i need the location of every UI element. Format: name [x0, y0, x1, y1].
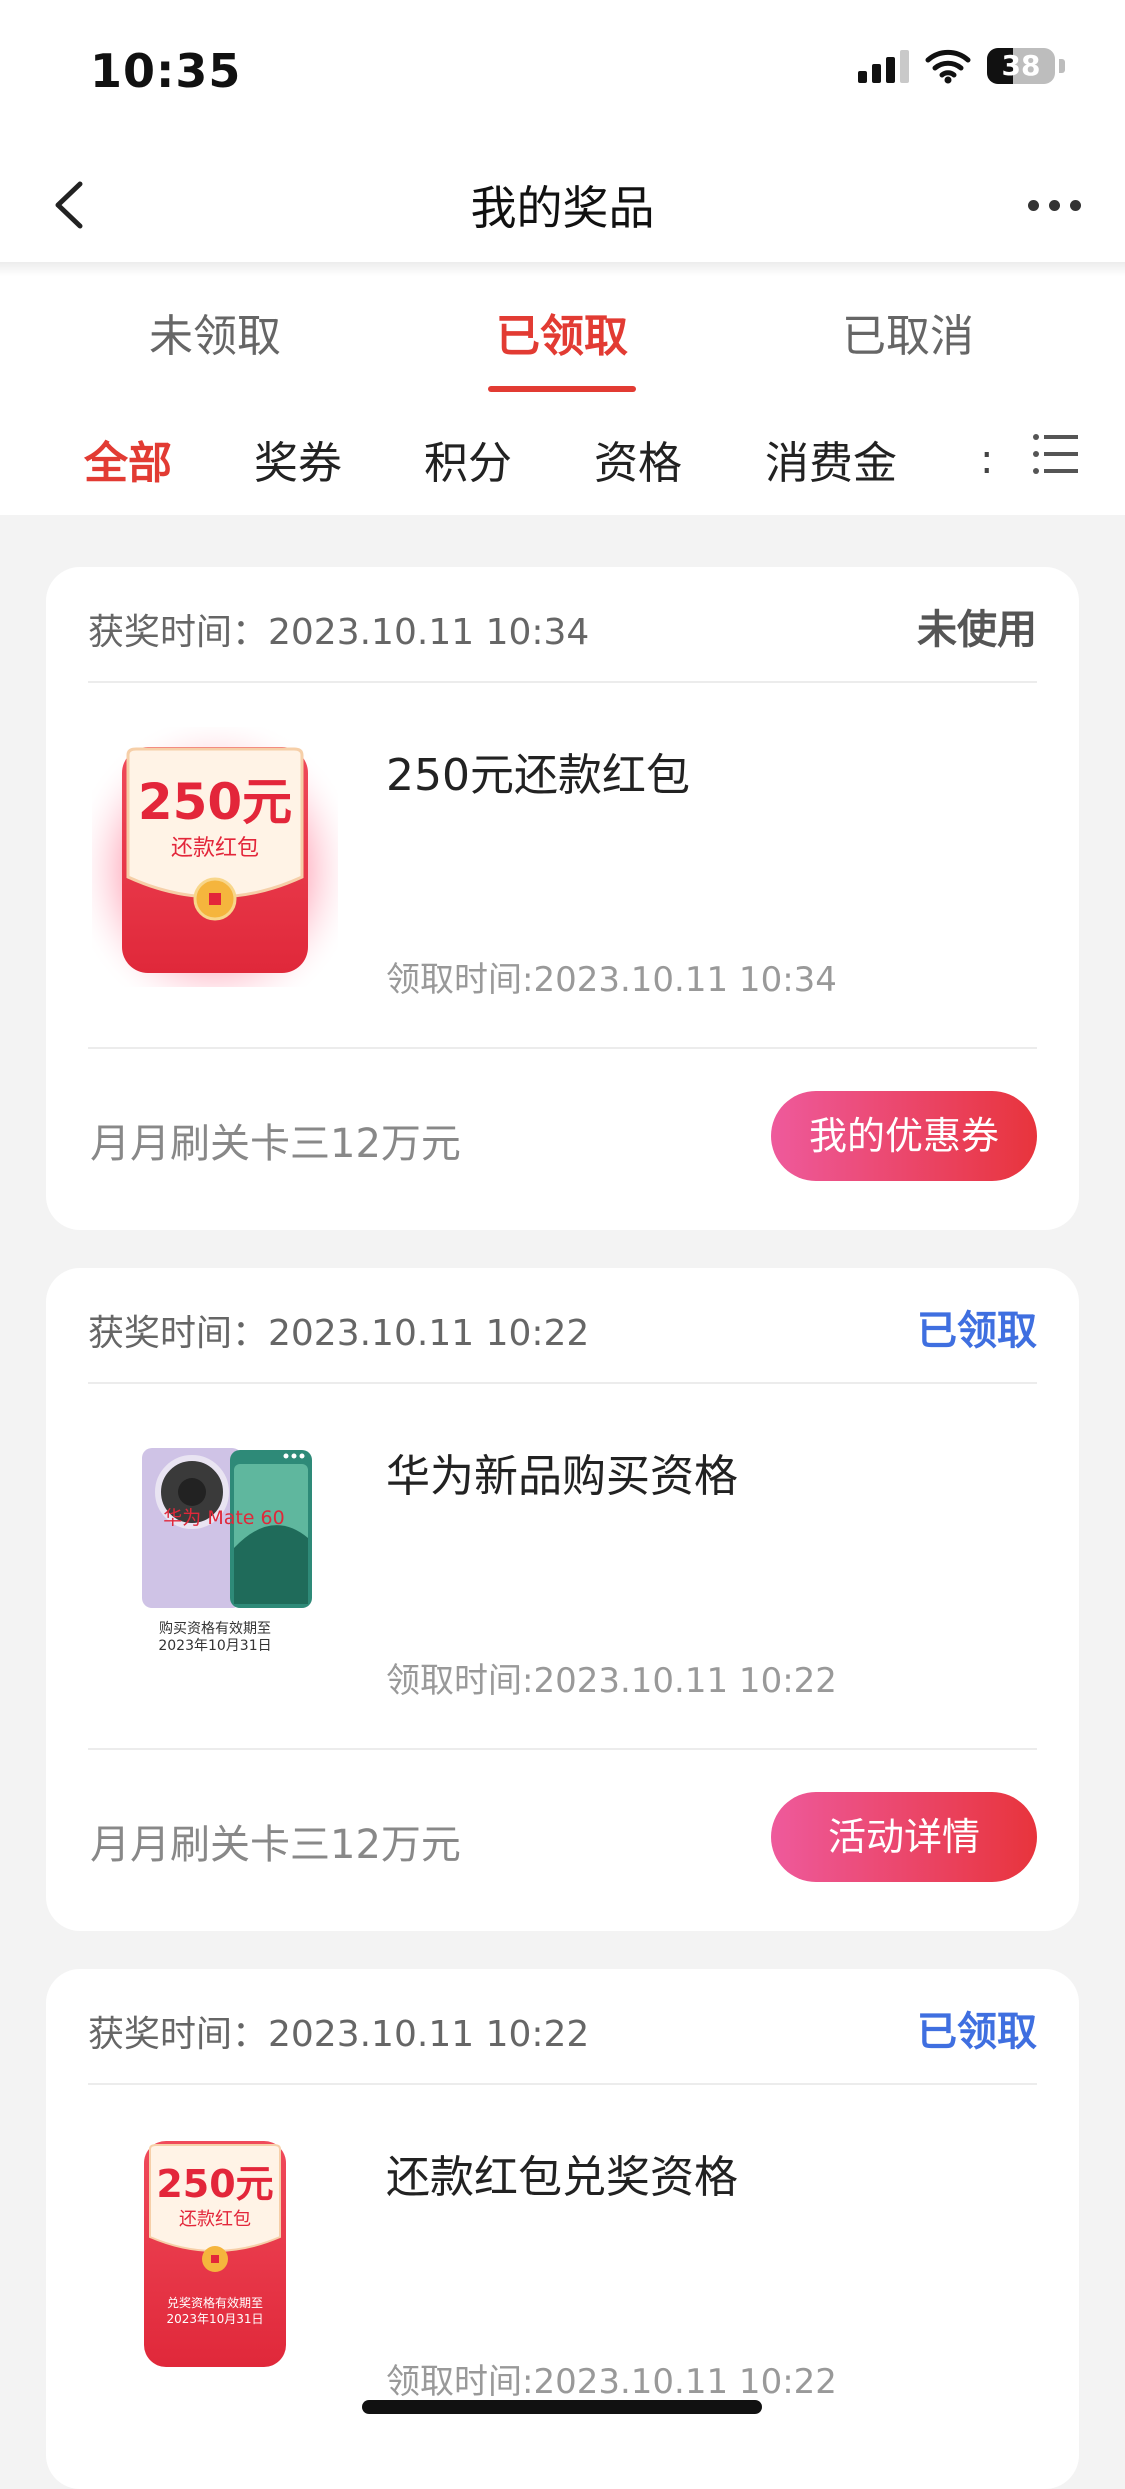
status-badge: 已领取 — [917, 2009, 1037, 2055]
home-indicator[interactable] — [362, 2400, 762, 2414]
envelope-amount: 250元 — [156, 2162, 273, 2206]
my-coupons-button[interactable]: 我的优惠券 — [771, 1091, 1037, 1181]
prize-card[interactable]: 获奖时间：2023.10.11 10:34 未使用 250元 还款红包 250元… — [46, 567, 1079, 1230]
activity-details-button[interactable]: 活动详情 — [771, 1792, 1037, 1882]
qualification-validity: 购买资格有效期至 — [159, 1621, 271, 1637]
prize-card[interactable]: 获奖时间：2023.10.11 10:22 已领取 华为 Mate 60 购买资… — [46, 1268, 1079, 1931]
qualification-validity: 兑奖资格有效期至 — [167, 2295, 263, 2310]
envelope-amount: 250元 — [138, 773, 292, 831]
prize-name: 还款红包兑奖资格 — [386, 2152, 738, 2203]
category-coupons[interactable]: 奖券 — [254, 427, 342, 491]
award-time: 获奖时间：2023.10.11 10:34 — [88, 612, 590, 653]
receive-time: 领取时间:2023.10.11 10:34 — [386, 960, 837, 1000]
battery-icon: 38 — [987, 48, 1055, 84]
cellular-signal-icon — [858, 49, 909, 83]
card-header: 获奖时间：2023.10.11 10:34 未使用 — [88, 567, 1037, 683]
battery-level: 38 — [1001, 49, 1041, 82]
phone-image: 华为 Mate 60 购买资格有效期至 2023年10月31日 — [142, 1448, 312, 1654]
list-menu-icon[interactable] — [1032, 431, 1078, 477]
category-tabs: 全部 奖券 积分 资格 消费金 : — [0, 415, 1125, 515]
page-title: 我的奖品 — [470, 181, 655, 235]
category-qualification[interactable]: 资格 — [594, 427, 682, 491]
red-envelope-image: 250元 还款红包 — [92, 727, 338, 987]
qualification-date: 2023年10月31日 — [166, 2312, 263, 2326]
phone-label: 华为 Mate 60 — [163, 1507, 284, 1529]
activity-name: 月月刷关卡三12万元 — [90, 1822, 461, 1868]
status-tabs: 未领取 已领取 已取消 — [0, 290, 1125, 400]
activity-name: 月月刷关卡三12万元 — [90, 1121, 461, 1167]
status-time: 10:35 — [90, 44, 242, 98]
envelope-caption: 还款红包 — [179, 2209, 251, 2230]
category-points[interactable]: 积分 — [424, 427, 512, 491]
active-tab-underline — [488, 386, 636, 392]
tab-cancelled[interactable]: 已取消 — [788, 300, 1028, 364]
card-header: 获奖时间：2023.10.11 10:22 已领取 — [88, 1969, 1037, 2085]
award-time: 获奖时间：2023.10.11 10:22 — [88, 2014, 590, 2055]
status-badge: 未使用 — [917, 607, 1037, 653]
status-badge: 已领取 — [917, 1308, 1037, 1354]
navigation-bar: 我的奖品 — [0, 150, 1125, 260]
category-cash[interactable]: 消费金 — [765, 427, 897, 491]
status-icons: 38 — [858, 48, 1065, 84]
card-footer: 月月刷关卡三12万元 我的优惠券 — [88, 1047, 1037, 1229]
category-all[interactable]: 全部 — [84, 427, 172, 491]
wifi-icon — [925, 49, 971, 84]
category-overflow: : — [980, 437, 994, 483]
top-area: 10:35 38 我的奖品 未领取 已领取 已取消 全部 奖券 积分 资格 消费… — [0, 0, 1125, 515]
envelope-caption: 还款红包 — [171, 836, 259, 861]
tab-unclaimed[interactable]: 未领取 — [95, 300, 335, 364]
receive-time: 领取时间:2023.10.11 10:22 — [386, 2362, 837, 2402]
red-envelope-image: 250元 还款红包 兑奖资格有效期至 2023年10月31日 — [144, 2141, 286, 2367]
prize-name: 250元还款红包 — [386, 750, 690, 801]
more-options-icon[interactable] — [1019, 180, 1089, 230]
card-footer: 月月刷关卡三12万元 活动详情 — [88, 1748, 1037, 1930]
tab-claimed[interactable]: 已领取 — [442, 300, 682, 364]
divider — [0, 262, 1125, 276]
card-header: 获奖时间：2023.10.11 10:22 已领取 — [88, 1268, 1037, 1384]
qualification-date: 2023年10月31日 — [158, 1638, 271, 1654]
award-time: 获奖时间：2023.10.11 10:22 — [88, 1313, 590, 1354]
battery-cap — [1059, 59, 1065, 73]
receive-time: 领取时间:2023.10.11 10:22 — [386, 1661, 837, 1701]
prize-name: 华为新品购买资格 — [386, 1451, 738, 1502]
